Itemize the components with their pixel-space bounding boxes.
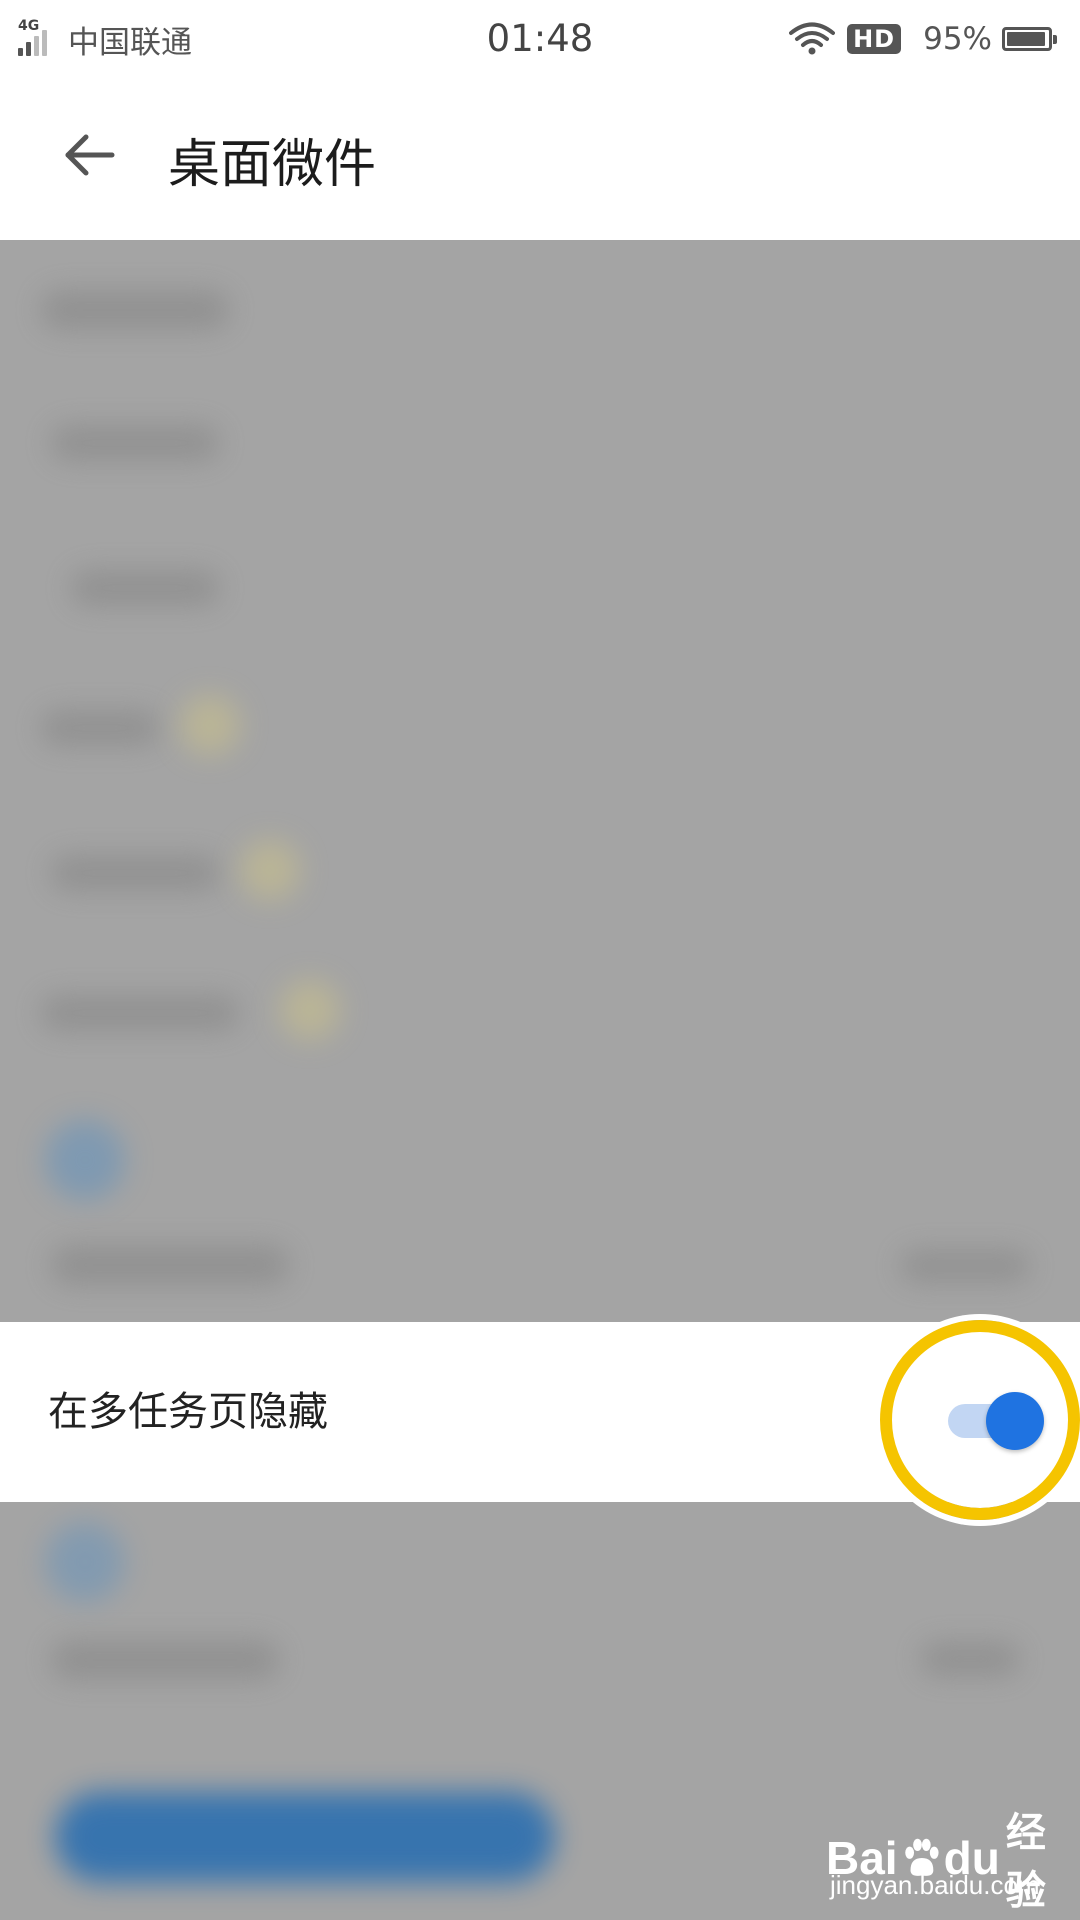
hide-in-recents-label: 在多任务页隐藏 <box>48 1389 328 1435</box>
blurred-list-item <box>50 855 220 891</box>
battery-fill <box>1007 32 1045 46</box>
battery-icon <box>1002 27 1057 51</box>
hide-in-recents-toggle[interactable] <box>948 1388 1048 1450</box>
cell-signal-icon: 4G <box>18 18 50 56</box>
blurred-list-item <box>50 425 220 461</box>
carrier-name: 中国联通 <box>68 24 192 61</box>
blurred-list-item <box>40 995 240 1031</box>
blurred-primary-button <box>55 1792 555 1882</box>
toggle-thumb <box>986 1392 1044 1450</box>
blurred-list-item <box>40 290 230 330</box>
baidu-jingyan-watermark: Bai du 经验 jingyan.baidu.com <box>826 1800 1076 1913</box>
signal-bar <box>26 42 31 56</box>
signal-bar <box>42 30 47 56</box>
blurred-list-item <box>70 570 220 606</box>
hd-voice-badge: HD <box>847 24 902 54</box>
signal-bar <box>18 48 23 56</box>
wifi-icon <box>789 22 836 55</box>
blurred-avatar <box>45 1120 125 1200</box>
blurred-badge <box>180 695 240 755</box>
battery-percent: 95% <box>923 21 992 57</box>
watermark-url: jingyan.baidu.com <box>830 1870 1040 1900</box>
blurred-list-item <box>50 1245 290 1285</box>
blurred-badge <box>280 980 340 1040</box>
back-button[interactable] <box>55 120 125 190</box>
blurred-list-value <box>900 1250 1030 1282</box>
blurred-list-value <box>920 1642 1020 1676</box>
blurred-badge <box>240 840 300 900</box>
blurred-list-item <box>50 1640 280 1680</box>
page-title: 桌面微件 <box>168 135 377 195</box>
status-left: 4G 中国联通 <box>18 17 192 62</box>
arrow-left-icon <box>65 134 115 176</box>
status-bar: 4G 中国联通 HD 95% <box>0 0 1080 78</box>
network-type: 4G <box>18 18 40 34</box>
status-right: HD 95% <box>789 21 1062 57</box>
blurred-list-item <box>40 710 160 746</box>
blurred-avatar <box>45 1522 125 1602</box>
hide-in-recents-row[interactable]: 在多任务页隐藏 <box>0 1322 1080 1502</box>
signal-bar <box>34 36 39 56</box>
dimmed-background-top[interactable] <box>0 240 1080 1322</box>
app-bar: 桌面微件 <box>0 78 1080 240</box>
